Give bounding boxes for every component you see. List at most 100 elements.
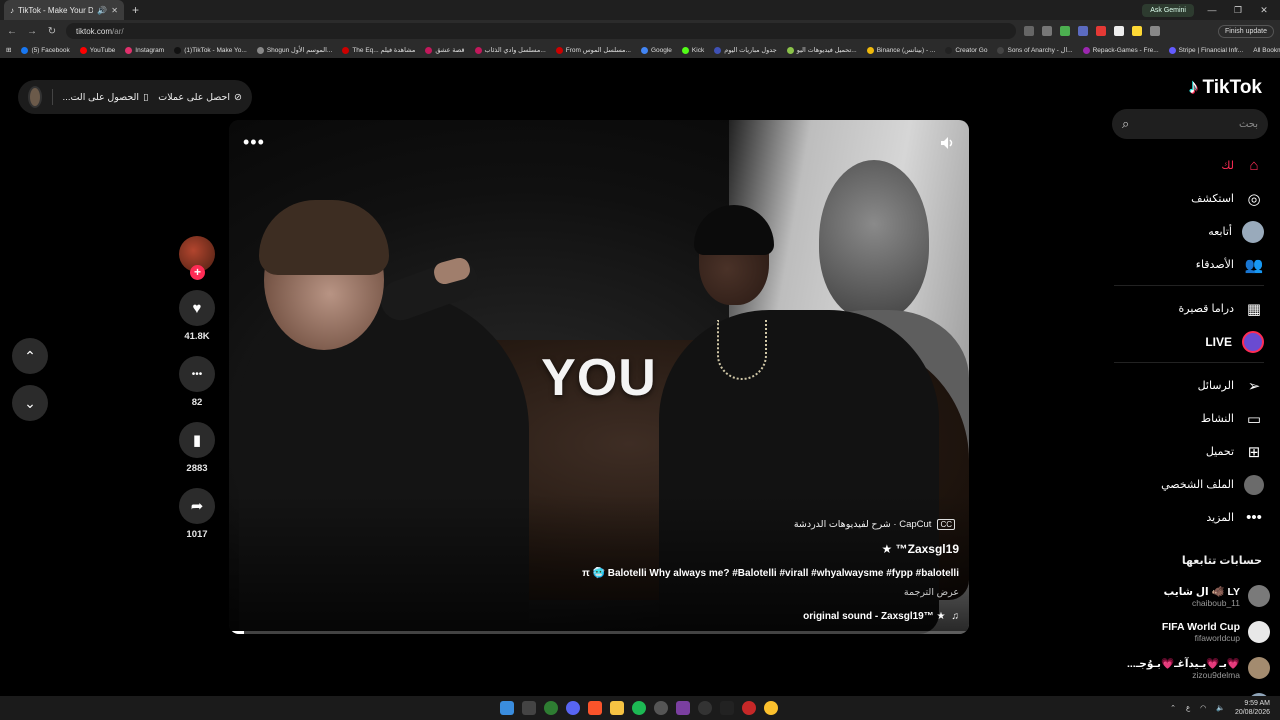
discord-icon[interactable] bbox=[566, 701, 580, 715]
extension-icon[interactable] bbox=[1096, 26, 1106, 36]
tab-audio-icon[interactable]: 🔊 bbox=[97, 6, 107, 15]
app-icon[interactable] bbox=[742, 701, 756, 715]
tiktok-logo[interactable]: ♪ TikTok bbox=[1189, 76, 1262, 99]
following-account[interactable]: FIFA World Cup fifaworldcup bbox=[1110, 614, 1270, 650]
sidebar: ♪ TikTok ⌕ بحث لك ⌂ استكشف ◎ أتابعه الأصدقاء 👥… bbox=[1100, 58, 1280, 696]
sidebar-item-home[interactable]: لك ⌂ bbox=[1114, 149, 1264, 182]
music-title: original sound - Zaxsgl19™ ★ bbox=[803, 611, 946, 622]
get-coins-link[interactable]: ⊘ احصل على عملات bbox=[158, 92, 242, 103]
next-video-button[interactable]: ⌄ bbox=[12, 385, 48, 421]
bookmark-item[interactable]: (1)TikTok - Make Yo... bbox=[174, 46, 247, 54]
comment-button[interactable]: ••• bbox=[179, 356, 215, 392]
puzzle-icon[interactable] bbox=[1150, 26, 1160, 36]
sidebar-item-film[interactable]: دراما قصيرة ▦ bbox=[1114, 292, 1264, 325]
search-icon[interactable]: ⌕ bbox=[1122, 116, 1129, 132]
speaker-icon[interactable]: 🔈 bbox=[1216, 704, 1225, 712]
new-tab-button[interactable]: + bbox=[132, 3, 139, 17]
wifi-icon[interactable]: ◠ bbox=[1200, 704, 1206, 712]
bookmark-favicon-icon bbox=[681, 46, 689, 54]
video-more-icon[interactable]: ••• bbox=[243, 132, 265, 153]
chrome-icon[interactable] bbox=[544, 701, 558, 715]
steam-icon[interactable] bbox=[654, 701, 668, 715]
reload-icon[interactable]: ↻ bbox=[46, 26, 58, 37]
sidebar-item-profile-avatar[interactable]: الملف الشخصي bbox=[1114, 468, 1264, 501]
taskbar-clock[interactable]: 9:59 AM 20/08/2026 bbox=[1235, 699, 1270, 717]
taskbar-search-icon[interactable] bbox=[522, 701, 536, 715]
extension-icon[interactable] bbox=[1078, 26, 1088, 36]
music-link[interactable]: original sound - Zaxsgl19™ ★ ♫ bbox=[803, 611, 959, 622]
bookmark-item[interactable]: Shogun الموسم الأول... bbox=[256, 46, 332, 54]
get-app-link[interactable]: ▯ الحصول على الت... bbox=[63, 92, 149, 103]
sidebar-item-upload[interactable]: تحميل ⊞ bbox=[1114, 435, 1264, 468]
brave-icon[interactable] bbox=[588, 701, 602, 715]
save-button[interactable]: ▮ bbox=[179, 422, 215, 458]
finish-update-button[interactable]: Finish update bbox=[1217, 24, 1274, 38]
volume-icon[interactable] bbox=[939, 136, 955, 150]
close-window-button[interactable]: ✕ bbox=[1256, 5, 1272, 16]
bookmark-item[interactable]: Stripe | Financial Infr... bbox=[1168, 46, 1243, 54]
address-bar[interactable]: tiktok.com/ar/ bbox=[66, 23, 1016, 39]
bookmark-item[interactable]: Google bbox=[640, 46, 672, 54]
previous-video-button[interactable]: ⌃ bbox=[12, 338, 48, 374]
language-indicator[interactable]: ع bbox=[1186, 704, 1190, 712]
bookmark-item[interactable]: (5) Facebook bbox=[21, 46, 70, 54]
chrome-icon[interactable] bbox=[764, 701, 778, 715]
extension-icon[interactable] bbox=[1114, 26, 1124, 36]
windows-start-icon[interactable] bbox=[500, 701, 514, 715]
sidebar-item-compass[interactable]: استكشف ◎ bbox=[1114, 182, 1264, 215]
extension-icon[interactable] bbox=[1132, 26, 1142, 36]
tab-close-icon[interactable]: ✕ bbox=[111, 6, 118, 15]
file-explorer-icon[interactable] bbox=[610, 701, 624, 715]
bookmark-item[interactable]: Kick bbox=[681, 46, 704, 54]
app-icon[interactable] bbox=[676, 701, 690, 715]
following-account-avatar bbox=[1248, 657, 1270, 679]
bookmark-item[interactable]: Instagram bbox=[125, 46, 164, 54]
bookmark-item[interactable]: Repack-Games - Fre... bbox=[1082, 46, 1159, 54]
like-button[interactable]: ♥ bbox=[179, 290, 215, 326]
bookmark-item[interactable]: From مسلسل الموس... bbox=[555, 46, 631, 54]
bookmark-item[interactable]: Binance (بينانس) - ... bbox=[866, 46, 935, 54]
tray-arrow-icon[interactable]: ⌃ bbox=[1170, 704, 1176, 712]
apps-grid-icon[interactable]: ⊞ bbox=[6, 46, 11, 54]
translate-icon[interactable] bbox=[1024, 26, 1034, 36]
capcut-anchor[interactable]: CC CapCut · شرح لفيديوهات الدردشة bbox=[794, 519, 955, 530]
ask-gemini-button[interactable]: Ask Gemini bbox=[1142, 3, 1194, 17]
bookmark-item[interactable]: The Eq... مشاهدة فيلم bbox=[342, 46, 415, 54]
video-author[interactable]: Zaxsgl19™ ★ bbox=[882, 542, 959, 556]
video-player[interactable]: YOU ••• CC CapCut · شرح لفيديوهات الدردش… bbox=[229, 120, 969, 634]
zoom-icon[interactable] bbox=[1042, 26, 1052, 36]
bookmark-item[interactable]: قصة عشق bbox=[425, 46, 465, 54]
xbox-icon[interactable] bbox=[720, 701, 734, 715]
following-account[interactable]: ...بـ💗يـيدآغـ💗بـوُجـ💗 zizou9delma bbox=[1110, 650, 1270, 686]
maximize-button[interactable]: ❐ bbox=[1230, 5, 1246, 16]
see-translation-link[interactable]: عرض الترجمة bbox=[904, 587, 959, 598]
browser-tab-active[interactable]: ♪ TikTok - Make Your Day 🔊 ✕ bbox=[4, 0, 124, 20]
all-bookmarks-button[interactable]: All Bookmarks bbox=[1253, 47, 1280, 54]
search-input[interactable]: ⌕ بحث bbox=[1112, 109, 1268, 139]
creator-avatar[interactable]: + bbox=[179, 236, 215, 280]
share-button[interactable]: ➦ bbox=[179, 488, 215, 524]
bookmark-item[interactable]: Creator Go bbox=[945, 46, 987, 54]
video-progress-bar[interactable] bbox=[229, 631, 969, 634]
spotify-icon[interactable] bbox=[632, 701, 646, 715]
bookmark-item[interactable]: Sons of Anarchy - ال... bbox=[997, 46, 1073, 54]
sidebar-item-activity[interactable]: النشاط ▭ bbox=[1114, 402, 1264, 435]
bookmark-item[interactable]: مسلسل وادي الذئاب... bbox=[474, 46, 546, 54]
back-arrow-icon[interactable]: ← bbox=[6, 26, 18, 37]
sidebar-item-friends[interactable]: الأصدقاء 👥 bbox=[1114, 248, 1264, 281]
sidebar-item-more[interactable]: المزيد ••• bbox=[1114, 501, 1264, 534]
app-icon[interactable] bbox=[698, 701, 712, 715]
sidebar-item-following-avatar[interactable]: أتابعه bbox=[1114, 215, 1264, 248]
minimize-button[interactable]: — bbox=[1204, 5, 1220, 15]
following-account[interactable]: ال شايب 🐗 LY chaiboub_11 bbox=[1110, 578, 1270, 614]
forward-arrow-icon[interactable]: → bbox=[26, 26, 38, 37]
sidebar-item-live[interactable]: LIVE bbox=[1114, 325, 1264, 358]
user-avatar[interactable] bbox=[28, 86, 42, 108]
bookmark-item[interactable]: جدول مباريات اليوم bbox=[714, 46, 777, 54]
sidebar-item-send[interactable]: الرسائل ➢ bbox=[1114, 369, 1264, 402]
bookmark-item[interactable]: YouTube bbox=[79, 46, 115, 54]
bookmark-item[interactable]: تحميل فيديوهات اليو... bbox=[786, 46, 857, 54]
star-icon[interactable] bbox=[1060, 26, 1070, 36]
follow-plus-button[interactable]: + bbox=[190, 265, 205, 280]
following-account[interactable]: DELLAH KOUACEM... bbox=[1110, 686, 1270, 696]
